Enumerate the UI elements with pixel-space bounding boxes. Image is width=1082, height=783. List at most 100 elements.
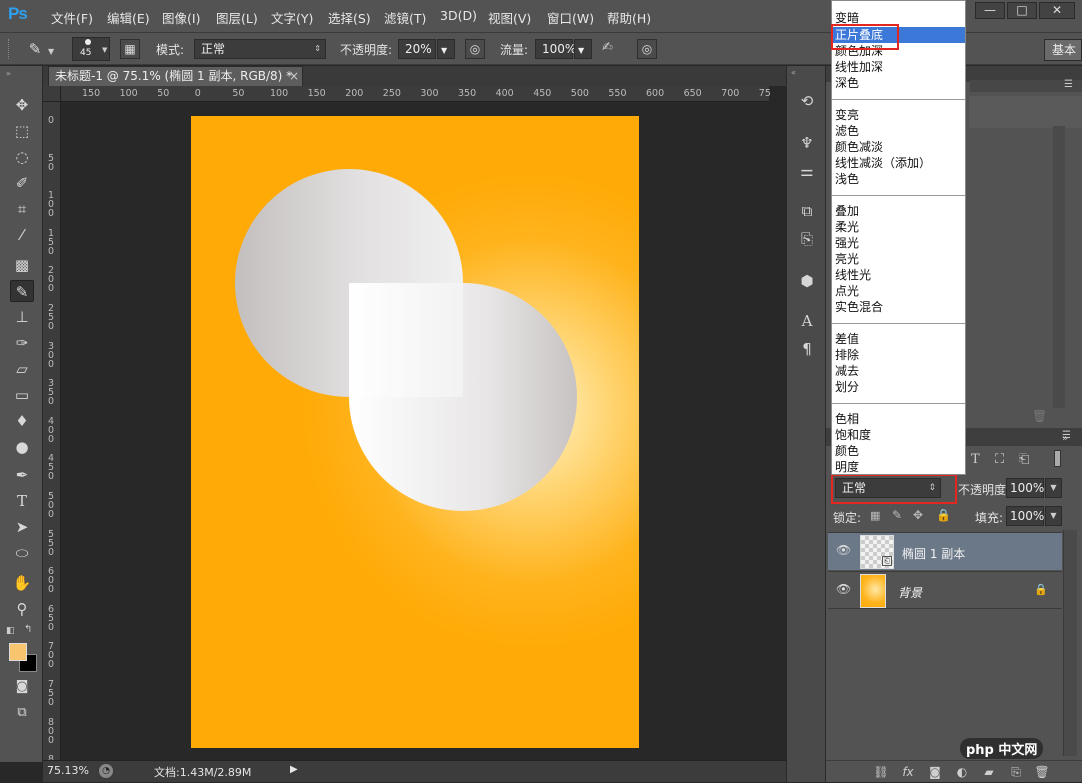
layer-visibility-eye-icon[interactable]: 👁 bbox=[836, 543, 851, 557]
lock-pixels-icon[interactable]: ✎ bbox=[892, 508, 902, 522]
layer-opacity-input[interactable]: 100% bbox=[1006, 478, 1044, 498]
layer-visibility-eye-icon[interactable]: 👁 bbox=[836, 582, 851, 596]
pressure-opacity-icon[interactable]: ◎ bbox=[465, 39, 485, 59]
upper-panel-menu-icon[interactable]: ☰ bbox=[1064, 79, 1073, 90]
brush-size-picker[interactable]: 45 ▼ bbox=[72, 37, 110, 61]
clone-source-panel-icon[interactable]: ⧉ bbox=[796, 200, 818, 222]
history-panel-icon[interactable]: ⟲ bbox=[796, 90, 818, 112]
menu-help[interactable]: 帮助(H) bbox=[607, 8, 651, 26]
artboard[interactable] bbox=[191, 116, 639, 748]
blend-option[interactable]: 线性加深 bbox=[835, 59, 883, 75]
tool-presets-panel-icon[interactable]: ⚌ bbox=[796, 160, 818, 182]
blend-option[interactable]: 强光 bbox=[835, 235, 859, 251]
layer-row-background[interactable]: 👁 背景 🔒 bbox=[828, 571, 1062, 609]
fill-dropdown-icon[interactable]: ▼ bbox=[1045, 506, 1062, 526]
blend-mode-dropdown-list[interactable]: 变暗 正片叠底 颜色加深 线性加深 深色 变亮 滤色 颜色减淡 线性减淡（添加）… bbox=[831, 0, 966, 475]
brush-tool-preset-icon[interactable]: ✎ bbox=[24, 39, 46, 59]
lock-transparent-icon[interactable]: ▦ bbox=[870, 509, 880, 522]
path-selection-tool-icon[interactable]: ➤ bbox=[10, 516, 34, 538]
status-info-icon[interactable]: ◔ bbox=[99, 764, 113, 778]
flow-dropdown-icon[interactable]: ▼ bbox=[574, 39, 592, 59]
eyedropper-tool-icon[interactable]: ⁄ bbox=[10, 224, 34, 246]
maximize-button[interactable]: □ bbox=[1007, 2, 1037, 19]
upper-panel-scrollbar[interactable] bbox=[1053, 126, 1065, 408]
healing-brush-tool-icon[interactable]: ▩ bbox=[10, 254, 34, 276]
blend-option[interactable]: 浅色 bbox=[835, 171, 859, 187]
blend-option[interactable]: 滤色 bbox=[835, 123, 859, 139]
blend-option[interactable]: 叠加 bbox=[835, 203, 859, 219]
blend-option[interactable]: 颜色 bbox=[835, 443, 859, 459]
filter-toggle-switch[interactable] bbox=[1054, 450, 1061, 467]
link-layers-icon[interactable]: ⛓ bbox=[873, 764, 889, 780]
blend-option[interactable]: 深色 bbox=[835, 75, 859, 91]
menu-type[interactable]: 文字(Y) bbox=[271, 8, 313, 26]
pressure-size-icon[interactable]: ◎ bbox=[637, 39, 657, 59]
foreground-color-swatch[interactable] bbox=[9, 643, 27, 661]
blend-option[interactable]: 点光 bbox=[835, 283, 859, 299]
default-colors-icon[interactable]: ◧ bbox=[6, 626, 15, 636]
screen-mode-icon[interactable]: ⧉ bbox=[10, 702, 34, 724]
layer-row-ellipse-copy[interactable]: 👁 ⎗ 椭圆 1 副本 bbox=[828, 532, 1062, 570]
filter-type-layer-icon[interactable]: T bbox=[971, 452, 980, 467]
blend-option[interactable]: 排除 bbox=[835, 347, 859, 363]
menu-view[interactable]: 视图(V) bbox=[488, 8, 531, 26]
new-layer-icon[interactable]: ⎘ bbox=[1008, 764, 1024, 780]
layers-panel-collapse-icon[interactable]: » bbox=[1062, 433, 1068, 444]
delete-layer-icon[interactable]: 🗑 bbox=[1034, 764, 1050, 780]
blend-option[interactable]: 线性减淡（添加） bbox=[835, 155, 931, 171]
brush-presets-panel-icon[interactable]: ♆ bbox=[796, 132, 818, 154]
layer-opacity-dropdown-icon[interactable]: ▼ bbox=[1045, 478, 1062, 498]
menu-select[interactable]: 选择(S) bbox=[328, 8, 371, 26]
close-window-button[interactable]: ✕ bbox=[1039, 2, 1075, 19]
opacity-dropdown-icon[interactable]: ▼ bbox=[437, 39, 455, 59]
menu-file[interactable]: 文件(F) bbox=[51, 8, 93, 26]
workspace-switcher[interactable]: 基本 bbox=[1044, 39, 1082, 61]
ellipse-tool-icon[interactable]: ⬭ bbox=[10, 542, 34, 564]
quick-select-tool-icon[interactable]: ✐ bbox=[10, 172, 34, 194]
blur-tool-icon[interactable]: ♦ bbox=[10, 410, 34, 432]
lasso-tool-icon[interactable]: ◌ bbox=[10, 146, 34, 168]
blend-option[interactable]: 实色混合 bbox=[835, 299, 883, 315]
blend-option[interactable]: 色相 bbox=[835, 411, 859, 427]
filter-smart-object-icon[interactable]: ⎗ bbox=[1019, 452, 1029, 467]
blend-option[interactable]: 减去 bbox=[835, 363, 859, 379]
document-tab[interactable]: 未标题-1 @ 75.1% (椭圆 1 副本, RGB/8) * × bbox=[48, 66, 303, 86]
clone-stamp-tool-icon[interactable]: ⊥ bbox=[10, 306, 34, 328]
new-group-icon[interactable]: ▰ bbox=[981, 764, 997, 780]
opacity-input[interactable]: 20% bbox=[398, 39, 436, 59]
marquee-tool-icon[interactable]: ⬚ bbox=[10, 120, 34, 142]
blend-option[interactable]: 划分 bbox=[835, 379, 859, 395]
menu-layer[interactable]: 图层(L) bbox=[216, 8, 258, 26]
type-tool-icon[interactable]: T bbox=[10, 490, 34, 512]
airbrush-icon[interactable]: ✍ bbox=[602, 40, 622, 60]
blend-option[interactable]: 柔光 bbox=[835, 219, 859, 235]
brush-tool-icon[interactable]: ✎ bbox=[10, 280, 34, 302]
blend-option[interactable]: 颜色减淡 bbox=[835, 139, 883, 155]
mode-select[interactable]: 正常 ⇕ bbox=[194, 39, 326, 59]
document-tab-close-icon[interactable]: × bbox=[289, 67, 299, 86]
layers-scrollbar[interactable] bbox=[1063, 530, 1077, 756]
fill-input[interactable]: 100% bbox=[1006, 506, 1044, 526]
status-menu-arrow-icon[interactable]: ▶ bbox=[290, 764, 298, 775]
blend-option[interactable]: 明度 bbox=[835, 459, 859, 475]
pen-tool-icon[interactable]: ✒ bbox=[10, 464, 34, 486]
paragraph-panel-icon[interactable]: ¶ bbox=[796, 338, 818, 360]
zoom-level[interactable]: 75.13% bbox=[47, 764, 89, 777]
zoom-tool-icon[interactable]: ⚲ bbox=[10, 598, 34, 620]
layer-style-fx-icon[interactable]: fx bbox=[900, 764, 916, 780]
menu-edit[interactable]: 编辑(E) bbox=[107, 8, 150, 26]
menu-filter[interactable]: 滤镜(T) bbox=[384, 8, 426, 26]
blend-option[interactable]: 饱和度 bbox=[835, 427, 871, 443]
blend-option[interactable]: 变亮 bbox=[835, 107, 859, 123]
toolbox-collapse-icon[interactable]: » bbox=[6, 69, 11, 78]
filter-shape-layer-icon[interactable]: ⛶ bbox=[995, 452, 1004, 467]
minimize-button[interactable]: — bbox=[975, 2, 1005, 19]
add-mask-icon[interactable]: ◙ bbox=[927, 764, 943, 780]
blend-option[interactable]: 线性光 bbox=[835, 267, 871, 283]
hand-tool-icon[interactable]: ✋ bbox=[10, 572, 34, 594]
lock-all-icon[interactable]: 🔒 bbox=[936, 508, 951, 522]
preset-dropdown-arrow-icon[interactable]: ▼ bbox=[48, 47, 54, 56]
delete-state-icon[interactable]: 🗑 bbox=[1032, 409, 1047, 423]
dodge-tool-icon[interactable]: ● bbox=[10, 436, 34, 458]
3d-panel-icon[interactable]: ⬢ bbox=[796, 270, 818, 292]
